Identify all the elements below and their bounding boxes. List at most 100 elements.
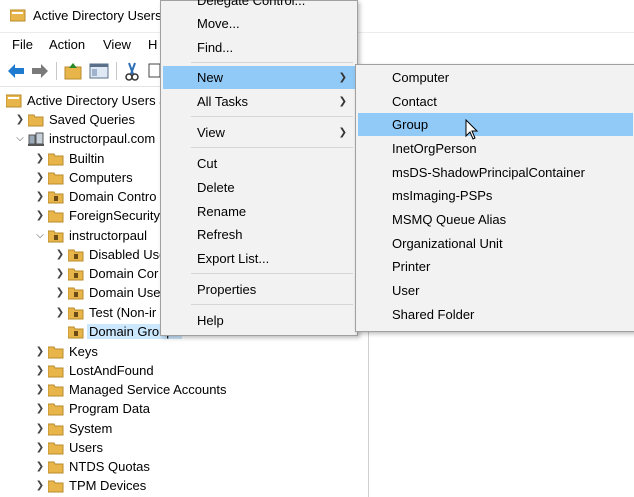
tree-node-domain-computers[interactable]: ❯ Domain Cor — [52, 264, 159, 283]
chevron-right-icon[interactable]: ❯ — [52, 305, 68, 321]
console-tree-icon[interactable] — [88, 60, 110, 82]
tree-node-builtin[interactable]: ❯ Builtin — [32, 149, 105, 168]
submenu-item-msmq-queue-alias[interactable]: MSMQ Queue Alias — [358, 208, 633, 231]
menu-view[interactable]: View — [103, 37, 131, 52]
menu-item-label: Move... — [197, 16, 240, 31]
chevron-right-icon[interactable]: ❯ — [52, 247, 68, 263]
chevron-right-icon[interactable]: ❯ — [32, 440, 48, 456]
chevron-right-icon[interactable]: ❯ — [52, 285, 68, 301]
chevron-right-icon: ❯ — [338, 72, 347, 83]
tree-node-keys[interactable]: ❯ Keys — [32, 342, 98, 361]
menu-item-find[interactable]: Find... — [163, 36, 355, 59]
domain-icon — [28, 132, 44, 146]
tree-node-test[interactable]: ❯ Test (Non-ir — [52, 303, 156, 322]
tree-node-disabled-users[interactable]: ❯ Disabled Use — [52, 245, 167, 264]
menu-file[interactable]: File — [12, 37, 33, 52]
menu-item-view[interactable]: View ❯ — [163, 121, 355, 144]
submenu-item-msimaging-psps[interactable]: msImaging-PSPs — [358, 184, 633, 207]
menu-item-label: MSMQ Queue Alias — [392, 212, 507, 227]
chevron-right-icon[interactable]: ❯ — [32, 151, 48, 167]
folder-icon — [48, 461, 64, 473]
chevron-right-icon[interactable]: ❯ — [32, 459, 48, 475]
window-title: Active Directory Users — [33, 8, 162, 23]
menu-item-all-tasks[interactable]: All Tasks ❯ — [163, 90, 355, 113]
folder-icon — [48, 153, 64, 165]
tree-node-managed-service-accounts[interactable]: ❯ Managed Service Accounts — [32, 380, 227, 399]
menu-item-move[interactable]: Move... — [163, 12, 355, 35]
menu-item-label: User — [392, 283, 420, 298]
back-arrow-icon[interactable] — [5, 60, 27, 82]
chevron-right-icon[interactable]: ❯ — [32, 363, 48, 379]
chevron-down-icon[interactable]: ⌵ — [12, 131, 28, 147]
submenu-item-organizational-unit[interactable]: Organizational Unit — [358, 232, 633, 255]
tree-node-tpm-devices[interactable]: ❯ TPM Devices — [32, 476, 147, 495]
chevron-right-icon[interactable]: ❯ — [32, 344, 48, 360]
tree-label: TPM Devices — [69, 478, 147, 493]
ou-folder-icon — [68, 307, 84, 319]
submenu-item-computer[interactable]: Computer — [358, 66, 633, 89]
submenu-item-group[interactable]: Group — [358, 113, 633, 136]
chevron-right-icon[interactable]: ❯ — [32, 382, 48, 398]
menu-item-delete[interactable]: Delete — [163, 176, 355, 199]
tree-node-foreign-security[interactable]: ❯ ForeignSecurity — [32, 206, 160, 225]
tree-node-program-data[interactable]: ❯ Program Data — [32, 399, 150, 418]
menu-item-label: Group — [392, 117, 429, 132]
tree-node-users[interactable]: ❯ Users — [32, 438, 103, 457]
chevron-right-icon[interactable]: ❯ — [12, 112, 28, 128]
menu-item-label: Delete — [197, 180, 235, 195]
submenu-item-shared-folder[interactable]: Shared Folder — [358, 303, 633, 326]
chevron-right-icon[interactable]: ❯ — [32, 170, 48, 186]
menu-item-label: View — [197, 125, 225, 140]
menu-item-refresh[interactable]: Refresh — [163, 223, 355, 246]
tree-node-system[interactable]: ❯ System — [32, 419, 113, 438]
folder-icon — [48, 210, 64, 222]
menu-item-delegate-control[interactable]: Delegate Control... — [163, 0, 355, 12]
tree-node-domain-users[interactable]: ❯ Domain Use — [52, 283, 161, 302]
tree-label: Disabled Use — [89, 247, 167, 262]
menu-item-help[interactable]: Help — [163, 309, 355, 332]
chevron-right-icon[interactable]: ❯ — [32, 208, 48, 224]
submenu-item-contact[interactable]: Contact — [358, 90, 633, 113]
chevron-right-icon[interactable]: ❯ — [32, 189, 48, 205]
submenu-item-inetorgperson[interactable]: InetOrgPerson — [358, 137, 633, 160]
tree-label: Domain Use — [89, 285, 161, 300]
ou-folder-icon — [68, 268, 84, 280]
tree-label: System — [69, 421, 113, 436]
tree-node-lostandfound[interactable]: ❯ LostAndFound — [32, 361, 154, 380]
up-folder-icon[interactable] — [62, 60, 84, 82]
menu-item-cut[interactable]: Cut — [163, 152, 355, 175]
tree-node-domain[interactable]: ⌵ instructorpaul.com — [12, 129, 155, 148]
cut-icon[interactable] — [121, 60, 143, 82]
tree-node-computers[interactable]: ❯ Computers — [32, 168, 133, 187]
tree-node-instructorpaul[interactable]: ⌵ instructorpaul — [32, 226, 147, 245]
menu-item-new[interactable]: New ❯ — [163, 66, 355, 89]
folder-icon — [48, 442, 64, 454]
chevron-down-icon[interactable]: ⌵ — [32, 228, 48, 244]
tree-node-saved-queries[interactable]: ❯ Saved Queries — [12, 110, 135, 129]
submenu-item-msds-shadow[interactable]: msDS-ShadowPrincipalContainer — [358, 161, 633, 184]
menu-item-rename[interactable]: Rename — [163, 200, 355, 223]
chevron-right-icon[interactable]: ❯ — [32, 401, 48, 417]
tree-label: Domain Cor — [89, 266, 159, 281]
tree-label: NTDS Quotas — [69, 459, 150, 474]
tree-label: Builtin — [69, 151, 105, 166]
tree-label: instructorpaul — [69, 228, 148, 243]
tree-root[interactable]: Active Directory Users a — [6, 91, 166, 110]
tree-node-ntds-quotas[interactable]: ❯ NTDS Quotas — [32, 457, 150, 476]
menu-item-export-list[interactable]: Export List... — [163, 247, 355, 270]
chevron-right-icon[interactable]: ❯ — [32, 478, 48, 494]
menu-help[interactable]: H — [148, 37, 157, 52]
menu-item-properties[interactable]: Properties — [163, 278, 355, 301]
chevron-right-icon[interactable]: ❯ — [52, 266, 68, 282]
menu-item-label: Help — [197, 313, 224, 328]
tree-node-domain-controllers[interactable]: ❯ Domain Contro — [32, 187, 157, 206]
menu-action[interactable]: Action — [49, 37, 85, 52]
submenu-item-user[interactable]: User — [358, 279, 633, 302]
menu-item-label: Shared Folder — [392, 307, 475, 322]
chevron-right-icon[interactable]: ❯ — [32, 421, 48, 437]
tree-label: ForeignSecurity — [69, 208, 161, 223]
tree-label: Domain Contro — [69, 189, 157, 204]
submenu-item-printer[interactable]: Printer — [358, 255, 633, 278]
folder-icon — [48, 365, 64, 377]
forward-arrow-icon[interactable] — [29, 60, 51, 82]
